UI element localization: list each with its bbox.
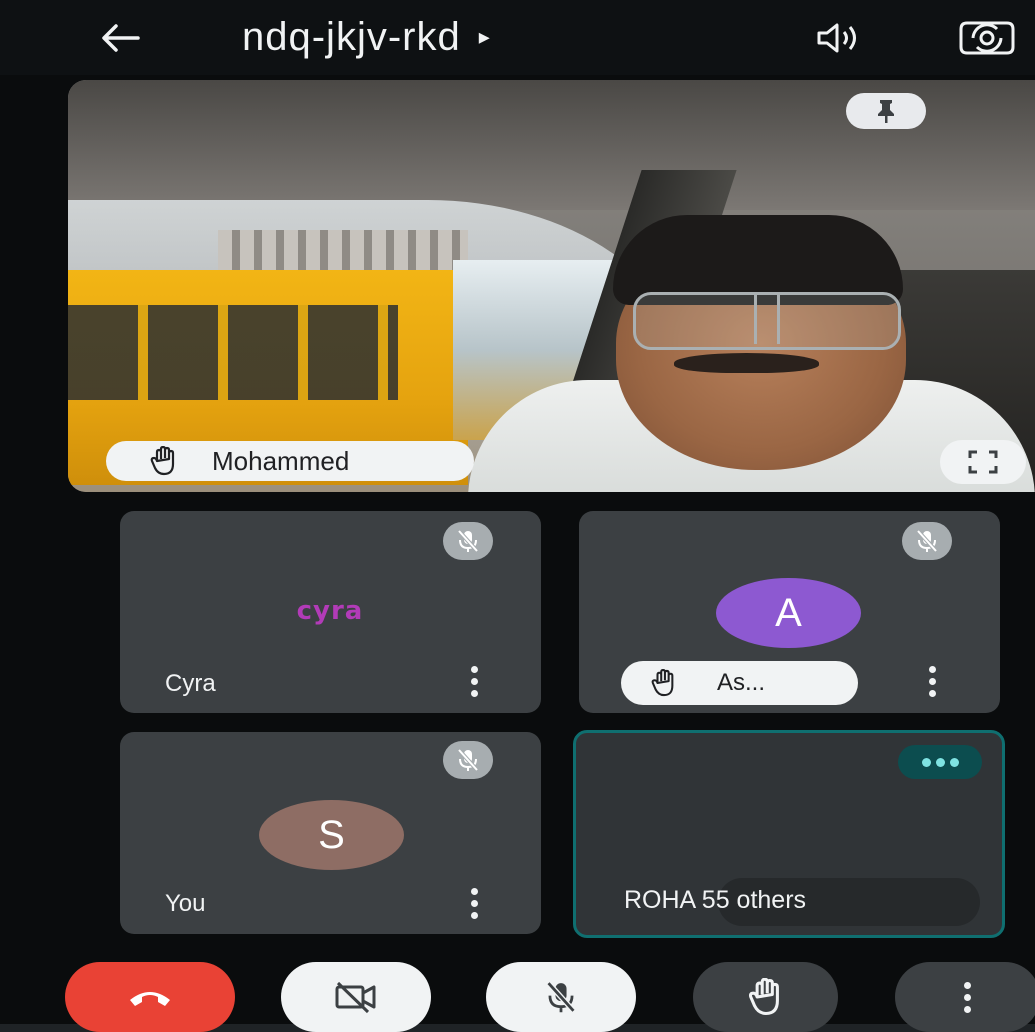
- mic-off-badge: [443, 741, 493, 779]
- camera-toggle-button[interactable]: [281, 962, 431, 1032]
- participant-glasses: [633, 292, 901, 350]
- mic-off-icon: [916, 529, 938, 553]
- back-arrow-icon: [102, 24, 140, 52]
- others-label: ROHA 55 others: [624, 886, 807, 914]
- participant-name-cyra: Cyra: [165, 670, 216, 697]
- top-app-bar: ndq-jkjv-rkd ▸: [0, 0, 1035, 75]
- speaker-icon: [817, 23, 856, 53]
- main-video-feed[interactable]: [68, 80, 1035, 492]
- avatar: S: [259, 800, 404, 870]
- audio-output-button[interactable]: [808, 18, 870, 58]
- main-participant-name-chip: Mohammed: [106, 441, 474, 481]
- bus-windows: [68, 305, 398, 400]
- avatar-letter: A: [775, 590, 802, 635]
- participant-name-as: As...: [717, 669, 766, 696]
- end-call-icon: [130, 992, 170, 1006]
- pin-icon: [878, 100, 894, 123]
- main-participant-name: Mohammed: [212, 445, 350, 476]
- pin-button[interactable]: [846, 93, 926, 129]
- more-options-button[interactable]: [895, 962, 1035, 1032]
- participant-name-you: You: [165, 890, 206, 917]
- more-vert-icon[interactable]: [459, 883, 489, 923]
- more-vert-icon[interactable]: [917, 661, 947, 701]
- fullscreen-icon: [968, 450, 998, 474]
- meeting-code: ndq-jkjv-rkd: [242, 14, 461, 59]
- switch-camera-button[interactable]: [948, 14, 1026, 62]
- end-call-button[interactable]: [65, 962, 235, 1032]
- chevron-right-icon: ▸: [478, 24, 491, 49]
- mic-off-badge: [902, 522, 952, 560]
- avatar-letter: S: [318, 812, 345, 857]
- fullscreen-button[interactable]: [940, 440, 1026, 484]
- avatar: A: [716, 578, 861, 648]
- raise-hand-button[interactable]: [693, 962, 838, 1032]
- more-horiz-icon[interactable]: [898, 745, 982, 779]
- switch-camera-icon: [959, 21, 1015, 55]
- mic-off-icon: [457, 529, 479, 553]
- mic-off-icon: [457, 748, 479, 772]
- raised-hand-icon: [150, 446, 190, 476]
- participant-mustache: [674, 353, 819, 373]
- raised-hand-icon: [651, 669, 683, 697]
- mic-off-badge: [443, 522, 493, 560]
- participant-name-chip-as: As...: [621, 661, 858, 705]
- mic-off-icon: [546, 981, 576, 1013]
- mic-toggle-button[interactable]: [486, 962, 636, 1032]
- meeting-title-button[interactable]: ndq-jkjv-rkd ▸: [242, 14, 491, 60]
- back-button[interactable]: [92, 18, 148, 58]
- cyra-logo: cyra: [296, 596, 364, 626]
- camera-off-icon: [335, 981, 376, 1014]
- raised-hand-icon: [748, 978, 779, 1015]
- more-vert-icon[interactable]: [459, 661, 489, 701]
- more-vert-icon: [953, 977, 983, 1017]
